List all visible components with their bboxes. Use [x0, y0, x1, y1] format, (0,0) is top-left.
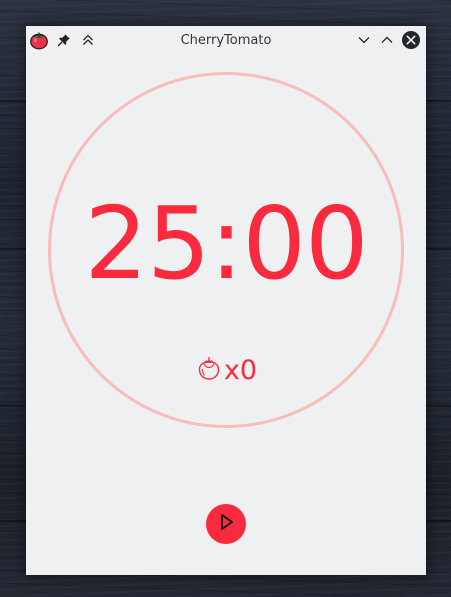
tomato-counter: x0 [26, 355, 426, 387]
tomato-icon[interactable] [29, 30, 49, 50]
keep-above-icon[interactable] [78, 30, 98, 50]
tomato-count: x0 [223, 355, 258, 386]
maximize-icon[interactable] [377, 30, 397, 50]
timer-panel: 25:00 x0 [26, 55, 426, 575]
timer-display: 25:00 [84, 185, 368, 302]
close-icon[interactable] [401, 30, 421, 50]
app-window: CherryTomato 25:00 x0 [26, 26, 426, 575]
play-icon [216, 512, 236, 536]
title-bar[interactable]: CherryTomato [26, 26, 426, 55]
pin-icon[interactable] [54, 30, 74, 50]
minimize-icon[interactable] [354, 30, 374, 50]
start-button[interactable] [206, 504, 246, 544]
tomato-outline-icon [195, 355, 223, 387]
